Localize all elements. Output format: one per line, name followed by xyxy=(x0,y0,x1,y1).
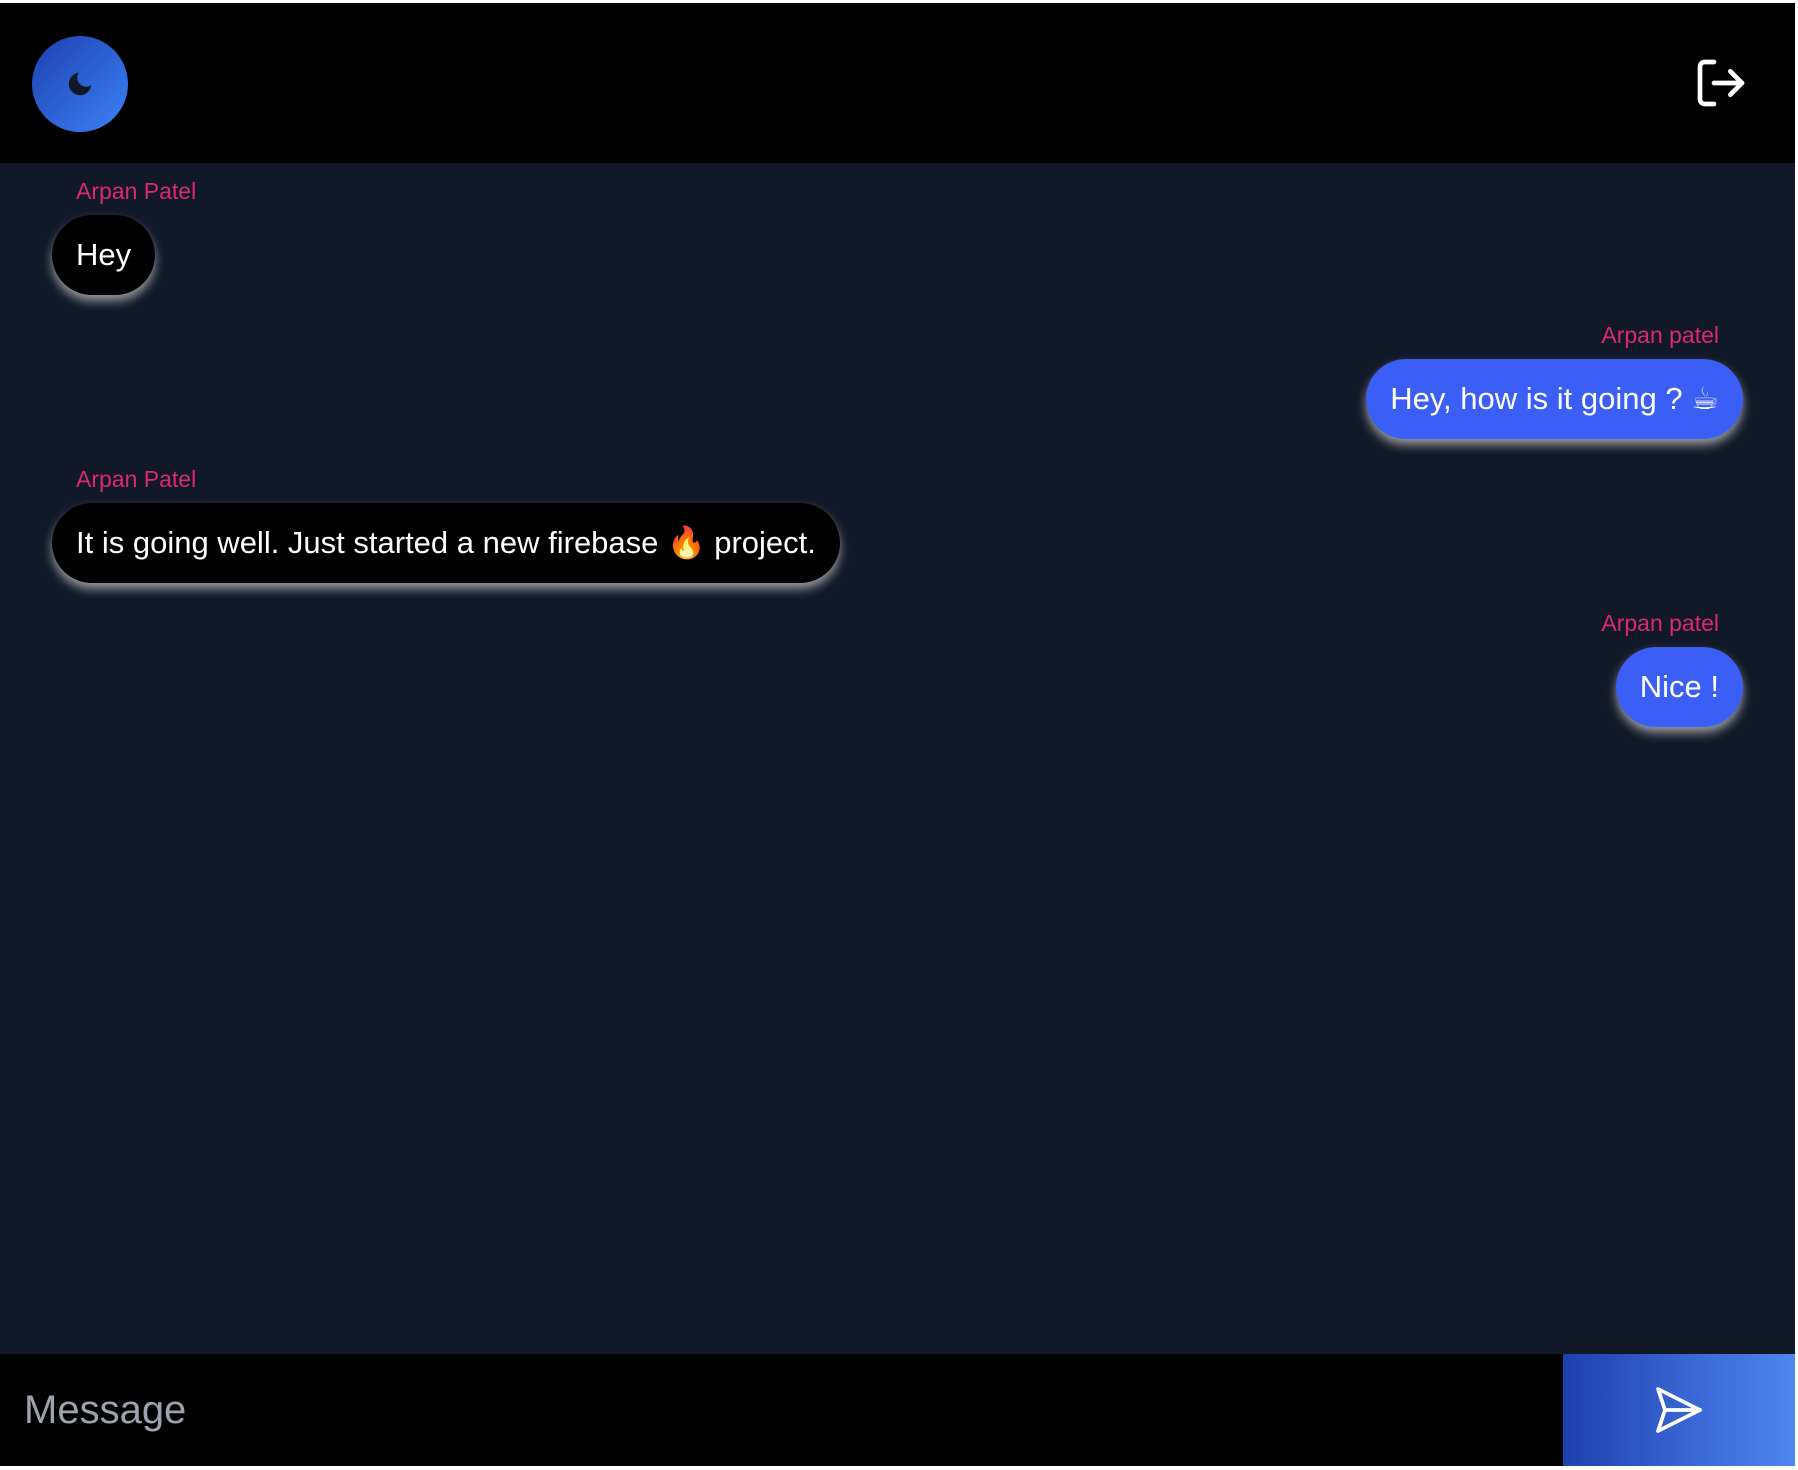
message-bubble: Nice ! xyxy=(1615,647,1743,727)
message-item: Arpan patel Nice ! xyxy=(1577,607,1743,727)
theme-toggle-button[interactable] xyxy=(32,36,128,132)
message-item: Arpan Patel Hey xyxy=(52,175,220,295)
message-bubble: It is going well. Just started a new fir… xyxy=(52,503,840,583)
send-icon xyxy=(1656,1387,1702,1433)
message-item: Arpan Patel It is going well. Just start… xyxy=(52,463,840,583)
message-composer xyxy=(0,1354,1795,1466)
message-bubble: Hey xyxy=(52,215,156,295)
sender-name: Arpan Patel xyxy=(76,466,197,492)
message-bubble: Hey, how is it going ? ☕ xyxy=(1366,359,1743,439)
moon-icon xyxy=(68,72,92,96)
sender-name: Arpan Patel xyxy=(76,178,197,204)
sender-name: Arpan patel xyxy=(1601,322,1719,348)
header xyxy=(0,3,1795,163)
sender-name: Arpan patel xyxy=(1601,610,1719,636)
logout-icon xyxy=(1697,59,1745,107)
chat-app: Arpan Patel Hey Arpan patel Hey, how is … xyxy=(0,3,1795,1466)
message-item: Arpan patel Hey, how is it going ? ☕ xyxy=(1366,319,1743,439)
send-button[interactable] xyxy=(1563,1354,1795,1466)
message-input[interactable] xyxy=(0,1354,1563,1466)
message-list: Arpan Patel Hey Arpan patel Hey, how is … xyxy=(0,163,1795,1354)
logout-button[interactable] xyxy=(1693,55,1749,111)
